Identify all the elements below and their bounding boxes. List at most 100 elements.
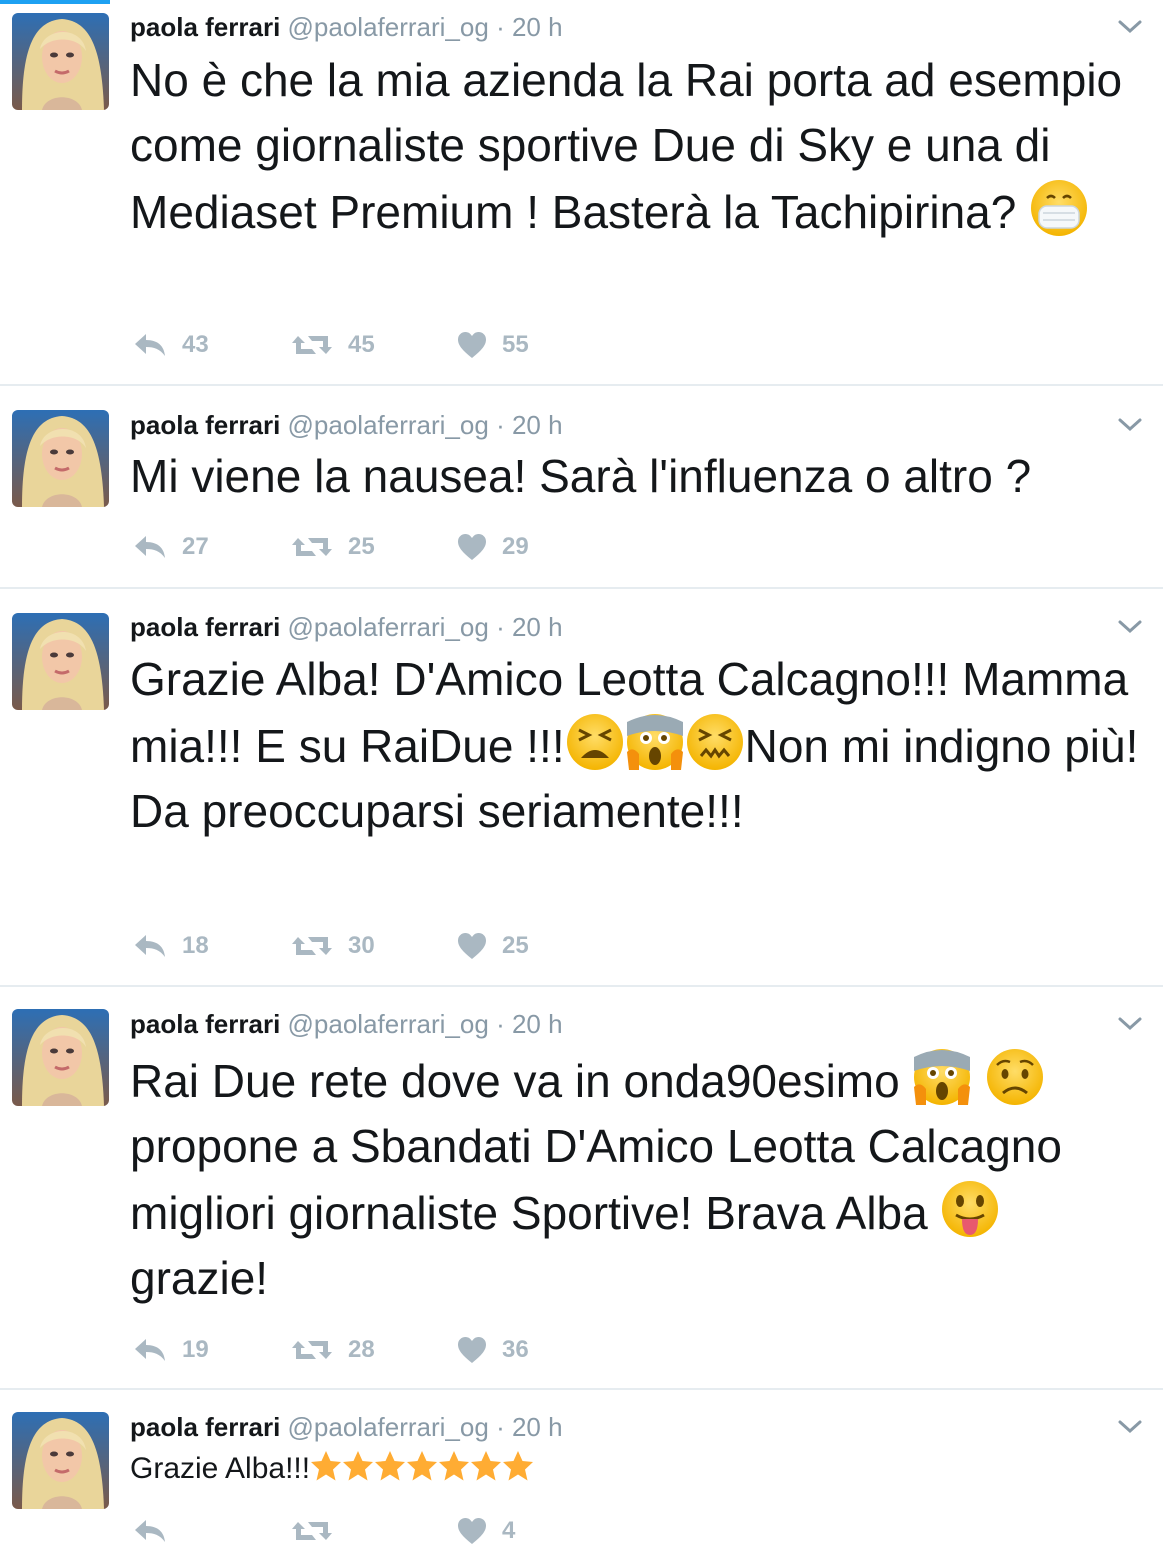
tweet[interactable]: paola ferrari @paolaferrari_og · 20 h Ra…: [0, 987, 1163, 1390]
tweet[interactable]: paola ferrari @paolaferrari_og · 20 h Mi…: [0, 386, 1163, 589]
avatar[interactable]: [12, 13, 109, 110]
reply-button[interactable]: [132, 1516, 182, 1546]
avatar[interactable]: [12, 410, 109, 507]
retweet-count: 25: [348, 533, 375, 560]
retweet-button[interactable]: [290, 1516, 348, 1546]
reply-button[interactable]: 43: [132, 330, 209, 360]
tweet-text-part: grazie!: [130, 1252, 269, 1304]
author-name[interactable]: paola ferrari: [130, 410, 280, 440]
reply-icon: [132, 330, 168, 360]
heart-icon: [456, 1516, 488, 1546]
medical-mask-face-icon: [1029, 178, 1089, 238]
heart-icon: [456, 931, 488, 961]
separator: ·: [496, 410, 505, 440]
avatar[interactable]: [12, 1009, 109, 1106]
avatar[interactable]: [12, 613, 109, 710]
chevron-down-icon[interactable]: [1117, 416, 1143, 434]
screaming-face-icon: [625, 712, 685, 772]
screaming-face-icon: [912, 1047, 972, 1107]
heart-icon: [456, 532, 488, 562]
author-name[interactable]: paola ferrari: [130, 612, 280, 642]
tweet[interactable]: paola ferrari @paolaferrari_og · 20 h No…: [0, 0, 1163, 386]
tweet-text: Grazie Alba!!!: [130, 1448, 1140, 1490]
separator: ·: [496, 1412, 505, 1442]
retweet-icon: [290, 1516, 334, 1546]
tweet-header: paola ferrari @paolaferrari_og · 20 h: [130, 12, 563, 42]
like-button[interactable]: 55: [456, 330, 529, 360]
like-button[interactable]: 25: [456, 931, 529, 961]
tired-face-icon: [565, 712, 625, 772]
author-name[interactable]: paola ferrari: [130, 12, 280, 42]
separator: ·: [496, 1009, 505, 1039]
reply-icon: [132, 1516, 168, 1546]
tweet-text: No è che la mia azienda la Rai porta ad …: [130, 48, 1140, 245]
retweet-button[interactable]: 45: [290, 330, 375, 360]
retweet-count: 45: [348, 331, 375, 358]
tweet-header: paola ferrari @paolaferrari_og · 20 h: [130, 410, 563, 440]
tweet[interactable]: paola ferrari @paolaferrari_og · 20 h Gr…: [0, 1390, 1163, 1548]
reply-count: 43: [182, 331, 209, 358]
worried-face-icon: [985, 1047, 1045, 1107]
retweet-count: 28: [348, 1336, 375, 1363]
reply-icon: [132, 931, 168, 961]
heart-icon: [456, 330, 488, 360]
author-handle[interactable]: @paolaferrari_og: [288, 612, 489, 642]
author-handle[interactable]: @paolaferrari_og: [288, 12, 489, 42]
retweet-button[interactable]: 30: [290, 931, 375, 961]
separator: ·: [496, 612, 505, 642]
reply-button[interactable]: 18: [132, 931, 209, 961]
retweet-count: 30: [348, 932, 375, 959]
reply-icon: [132, 1335, 168, 1365]
star-icon: [502, 1450, 534, 1482]
tweet-header: paola ferrari @paolaferrari_og · 20 h: [130, 1009, 563, 1039]
retweet-button[interactable]: 28: [290, 1335, 375, 1365]
tongue-face-icon: [940, 1179, 1000, 1239]
tweet-text-part: propone a Sbandati D'Amico Leotta Calcag…: [130, 1120, 1062, 1239]
tweet[interactable]: paola ferrari @paolaferrari_og · 20 h Gr…: [0, 589, 1163, 987]
author-handle[interactable]: @paolaferrari_og: [288, 1009, 489, 1039]
like-button[interactable]: 4: [456, 1516, 515, 1546]
timestamp[interactable]: 20 h: [512, 410, 563, 440]
retweet-icon: [290, 1335, 334, 1365]
author-name[interactable]: paola ferrari: [130, 1009, 280, 1039]
like-button[interactable]: 36: [456, 1335, 529, 1365]
reply-count: 27: [182, 533, 209, 560]
star-icon: [438, 1450, 470, 1482]
tweet-text: Rai Due rete dove va in onda90esimo prop…: [130, 1047, 1140, 1311]
retweet-icon: [290, 330, 334, 360]
chevron-down-icon[interactable]: [1117, 1015, 1143, 1033]
reply-button[interactable]: 19: [132, 1335, 209, 1365]
heart-icon: [456, 1335, 488, 1365]
like-button[interactable]: 29: [456, 532, 529, 562]
star-icon: [406, 1450, 438, 1482]
tweet-text: Grazie Alba! D'Amico Leotta Calcagno!!! …: [130, 647, 1140, 844]
tweet-text-part: Grazie Alba!!!: [130, 1452, 311, 1485]
chevron-down-icon[interactable]: [1117, 18, 1143, 36]
like-count: 36: [502, 1336, 529, 1363]
author-name[interactable]: paola ferrari: [130, 1412, 280, 1442]
like-count: 25: [502, 932, 529, 959]
tweet-text-part: Rai Due rete dove va in onda90esimo: [130, 1055, 900, 1107]
star-icon: [470, 1450, 502, 1482]
like-count: 29: [502, 533, 529, 560]
confounded-face-icon: [685, 712, 745, 772]
like-count: 55: [502, 331, 529, 358]
avatar[interactable]: [12, 1412, 109, 1509]
retweet-button[interactable]: 25: [290, 532, 375, 562]
chevron-down-icon[interactable]: [1117, 618, 1143, 636]
star-icon: [374, 1450, 406, 1482]
reply-button[interactable]: 27: [132, 532, 209, 562]
chevron-down-icon[interactable]: [1117, 1418, 1143, 1436]
reply-count: 18: [182, 932, 209, 959]
like-count: 4: [502, 1517, 516, 1544]
tweet-text-part: No è che la mia azienda la Rai porta ad …: [130, 54, 1123, 238]
timestamp[interactable]: 20 h: [512, 12, 563, 42]
tweet-header: paola ferrari @paolaferrari_og · 20 h: [130, 612, 563, 642]
reply-count: 19: [182, 1336, 209, 1363]
timestamp[interactable]: 20 h: [512, 1412, 563, 1442]
star-icon: [342, 1450, 374, 1482]
author-handle[interactable]: @paolaferrari_og: [288, 1412, 489, 1442]
author-handle[interactable]: @paolaferrari_og: [288, 410, 489, 440]
timestamp[interactable]: 20 h: [512, 1009, 563, 1039]
timestamp[interactable]: 20 h: [512, 612, 563, 642]
